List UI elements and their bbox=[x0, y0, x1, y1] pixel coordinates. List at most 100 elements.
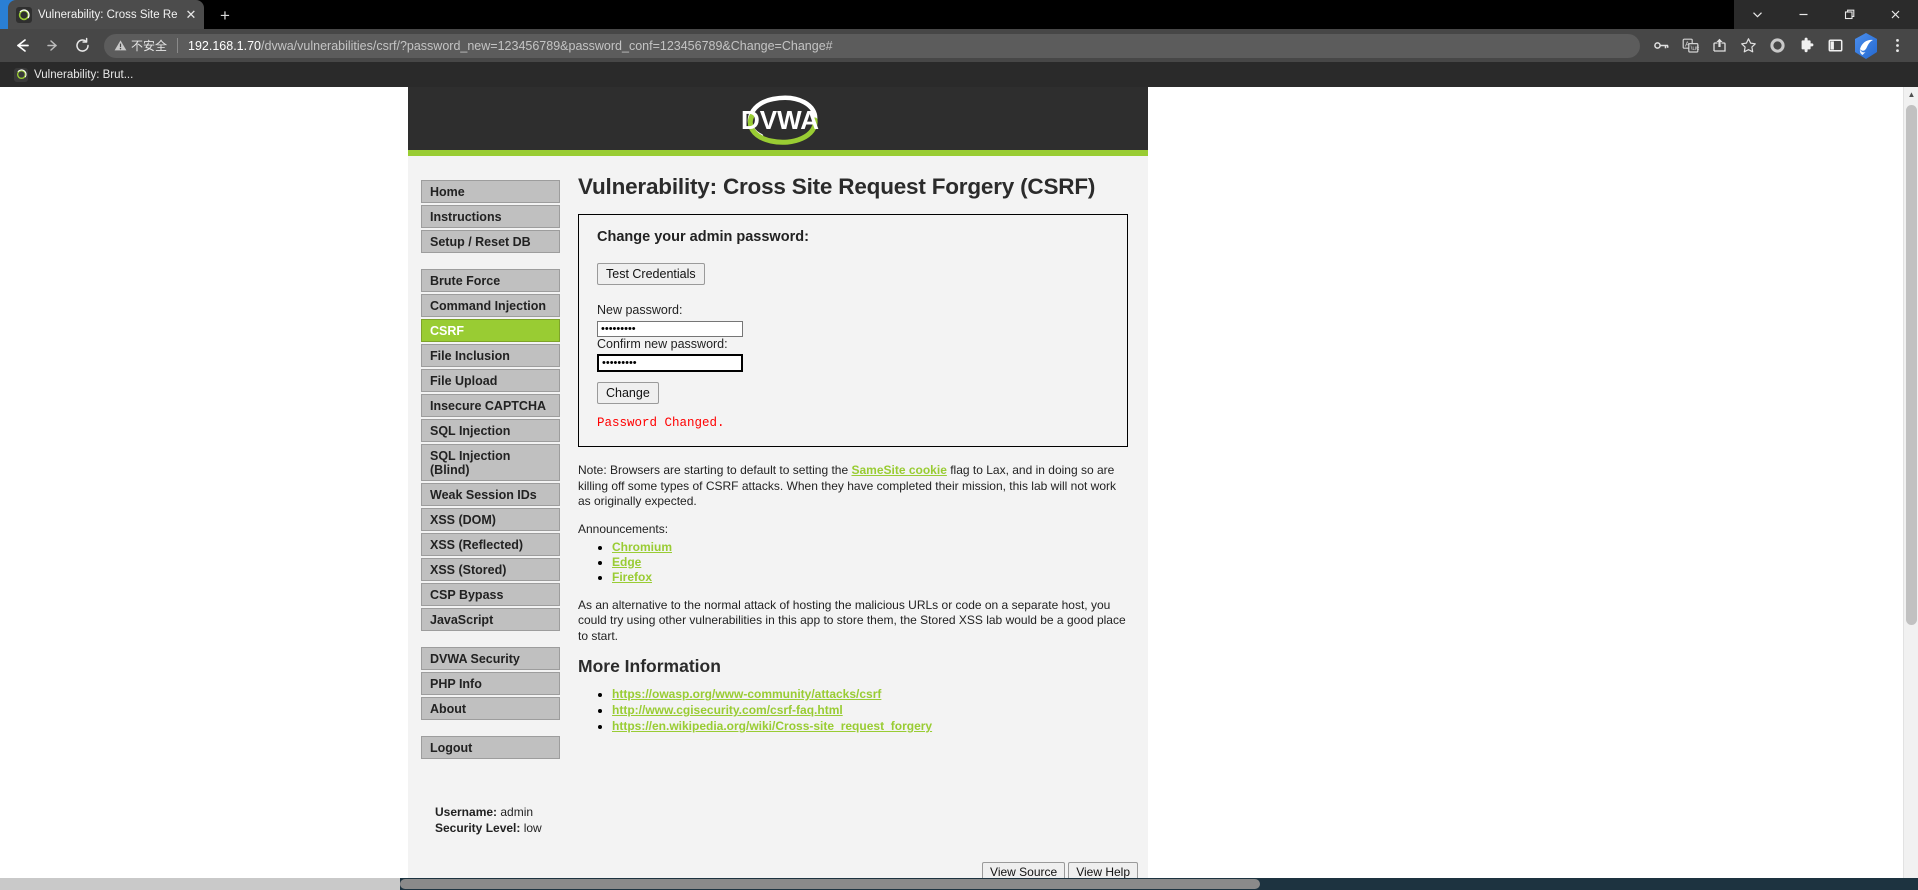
sidebar-item-instructions[interactable]: Instructions bbox=[421, 205, 560, 228]
sidebar-item-csrf[interactable]: CSRF bbox=[421, 319, 560, 342]
sidebar-item-xss-stored[interactable]: XSS (Stored) bbox=[421, 558, 560, 581]
username-label: Username: bbox=[435, 805, 498, 819]
change-password-panel: Change your admin password: Test Credent… bbox=[578, 214, 1128, 447]
sidebar-item-dvwa-security[interactable]: DVWA Security bbox=[421, 647, 560, 670]
sidebar-item-javascript[interactable]: JavaScript bbox=[421, 608, 560, 631]
username-row: Username: admin bbox=[435, 805, 560, 819]
browser-navbar: 不安全 192.168.1.70/dvwa/vulnerabilities/cs… bbox=[0, 29, 1918, 62]
new-password-input[interactable] bbox=[597, 321, 743, 337]
sidebar-item-insecure-captcha[interactable]: Insecure CAPTCHA bbox=[421, 394, 560, 417]
not-secure-indicator[interactable]: 不安全 bbox=[114, 37, 167, 54]
sidebar-item-weak-session-ids[interactable]: Weak Session IDs bbox=[421, 483, 560, 506]
sidebar-group-vulnerabilities: Brute Force Command Injection CSRF File … bbox=[421, 269, 560, 631]
sidebar-item-sql-injection-blind[interactable]: SQL Injection (Blind) bbox=[421, 444, 560, 481]
username-value: admin bbox=[500, 805, 534, 819]
vertical-scroll-thumb[interactable] bbox=[1906, 105, 1917, 625]
sidebar-item-php-info[interactable]: PHP Info bbox=[421, 672, 560, 695]
sidebar-item-file-upload[interactable]: File Upload bbox=[421, 369, 560, 392]
tab-search-chevron-icon[interactable] bbox=[1734, 0, 1780, 29]
security-level-label: Security Level: bbox=[435, 821, 521, 835]
dvwa-header: DVWA bbox=[408, 87, 1148, 156]
link-firefox[interactable]: Firefox bbox=[612, 570, 652, 584]
test-credentials-button[interactable]: Test Credentials bbox=[597, 263, 705, 285]
sidebar-item-home[interactable]: Home bbox=[421, 180, 560, 203]
list-item: Chromium bbox=[612, 540, 1128, 554]
confirm-password-input[interactable] bbox=[597, 354, 743, 372]
back-icon[interactable] bbox=[8, 33, 36, 59]
reload-icon[interactable] bbox=[68, 33, 96, 59]
announcement-links-list: Chromium Edge Firefox bbox=[612, 540, 1128, 584]
announcements-label: Announcements: bbox=[578, 521, 669, 536]
sidebar-item-about[interactable]: About bbox=[421, 697, 560, 720]
security-level-row: Security Level: low bbox=[435, 821, 560, 835]
sidebar-item-csp-bypass[interactable]: CSP Bypass bbox=[421, 583, 560, 606]
link-edge[interactable]: Edge bbox=[612, 555, 641, 569]
horizontal-scroll-thumb[interactable] bbox=[400, 879, 1260, 889]
page-viewport: DVWA Home Instructions Setup / Reset DB … bbox=[0, 87, 1918, 890]
sidebar-item-xss-reflected[interactable]: XSS (Reflected) bbox=[421, 533, 560, 556]
sidebar-item-command-injection[interactable]: Command Injection bbox=[421, 294, 560, 317]
link-chromium[interactable]: Chromium bbox=[612, 540, 672, 554]
list-item: Firefox bbox=[612, 570, 1128, 584]
not-secure-label: 不安全 bbox=[131, 39, 168, 53]
sidebar-item-brute-force[interactable]: Brute Force bbox=[421, 269, 560, 292]
new-tab-button[interactable]: + bbox=[212, 3, 238, 29]
url-host: 192.168.1.70 bbox=[188, 38, 262, 53]
tab-close-icon[interactable]: ✕ bbox=[184, 7, 198, 23]
forward-icon[interactable] bbox=[38, 33, 66, 59]
dvwa-sidebar: Home Instructions Setup / Reset DB Brute… bbox=[408, 156, 560, 837]
key-icon[interactable] bbox=[1648, 33, 1674, 59]
link-wikipedia-csrf[interactable]: https://en.wikipedia.org/wiki/Cross-site… bbox=[612, 719, 932, 733]
note-part1: Note: Browsers are starting to default t… bbox=[578, 463, 852, 477]
window-controls bbox=[1734, 0, 1918, 29]
url-path: /dvwa/vulnerabilities/csrf/?password_new… bbox=[261, 38, 833, 53]
more-information-heading: More Information bbox=[578, 656, 721, 676]
link-owasp-csrf[interactable]: https://owasp.org/www-community/attacks/… bbox=[612, 687, 881, 701]
svg-text:\u6587: \u6587 bbox=[1690, 45, 1698, 52]
menu-kebab-icon[interactable] bbox=[1884, 33, 1910, 59]
sidebar-icon[interactable] bbox=[1822, 33, 1848, 59]
bookmark-item[interactable]: Vulnerability: Brut... bbox=[8, 66, 139, 84]
samesite-cookie-link[interactable]: SameSite cookie bbox=[851, 463, 946, 477]
bottom-scroll-strip[interactable] bbox=[0, 878, 1918, 890]
security-level-value: low bbox=[523, 821, 542, 835]
page-vertical-scrollbar[interactable]: ▲ ▼ bbox=[1903, 87, 1918, 890]
sidebar-item-file-inclusion[interactable]: File Inclusion bbox=[421, 344, 560, 367]
session-info: Username: admin Security Level: low bbox=[421, 775, 560, 835]
browser-tab-active[interactable]: Vulnerability: Cross Site Reque ✕ bbox=[8, 0, 204, 29]
minimize-button[interactable] bbox=[1780, 0, 1826, 29]
sidebar-item-setup-reset-db[interactable]: Setup / Reset DB bbox=[421, 230, 560, 253]
bird-avatar-icon[interactable] bbox=[1851, 31, 1881, 61]
browser-window: Vulnerability: Cross Site Reque ✕ + bbox=[0, 0, 1918, 890]
link-cgisecurity-csrf-faq[interactable]: http://www.cgisecurity.com/csrf-faq.html bbox=[612, 703, 843, 717]
sidebar-item-xss-dom[interactable]: XSS (DOM) bbox=[421, 508, 560, 531]
confirm-password-label: Confirm new password: bbox=[597, 337, 728, 351]
star-icon[interactable] bbox=[1735, 33, 1761, 59]
maximize-restore-button[interactable] bbox=[1826, 0, 1872, 29]
address-bar[interactable]: 不安全 192.168.1.70/dvwa/vulnerabilities/cs… bbox=[104, 33, 1640, 58]
sidebar-group-settings: DVWA Security PHP Info About bbox=[421, 647, 560, 720]
sidebar-item-logout[interactable]: Logout bbox=[421, 736, 560, 759]
list-item: https://en.wikipedia.org/wiki/Cross-site… bbox=[612, 719, 1128, 733]
scroll-up-arrow-icon[interactable]: ▲ bbox=[1904, 87, 1918, 102]
sidebar-group-main: Home Instructions Setup / Reset DB bbox=[421, 180, 560, 253]
omnibox-action-icons: A\u6587 bbox=[1648, 31, 1910, 61]
change-password-button[interactable]: Change bbox=[597, 382, 659, 404]
dvwa-logo-text: DVWA bbox=[741, 105, 819, 135]
sidebar-item-sql-injection[interactable]: SQL Injection bbox=[421, 419, 560, 442]
dvwa-main-content: Vulnerability: Cross Site Request Forger… bbox=[560, 156, 1148, 735]
translate-icon[interactable]: A\u6587 bbox=[1677, 33, 1703, 59]
alternative-attack-text: As an alternative to the normal attack o… bbox=[578, 597, 1126, 643]
panel-heading: Change your admin password: bbox=[597, 229, 809, 245]
close-window-button[interactable] bbox=[1872, 0, 1918, 29]
warning-triangle-icon bbox=[114, 40, 127, 51]
url-text: 192.168.1.70/dvwa/vulnerabilities/csrf/?… bbox=[188, 39, 833, 53]
password-changed-message: Password Changed. bbox=[597, 416, 725, 430]
extensions-icon[interactable] bbox=[1793, 33, 1819, 59]
dvwa-body: Home Instructions Setup / Reset DB Brute… bbox=[408, 156, 1148, 837]
omnibox-divider bbox=[177, 38, 179, 53]
share-icon[interactable] bbox=[1706, 33, 1732, 59]
new-password-label: New password: bbox=[597, 303, 683, 317]
profile-icon[interactable] bbox=[1764, 33, 1790, 59]
